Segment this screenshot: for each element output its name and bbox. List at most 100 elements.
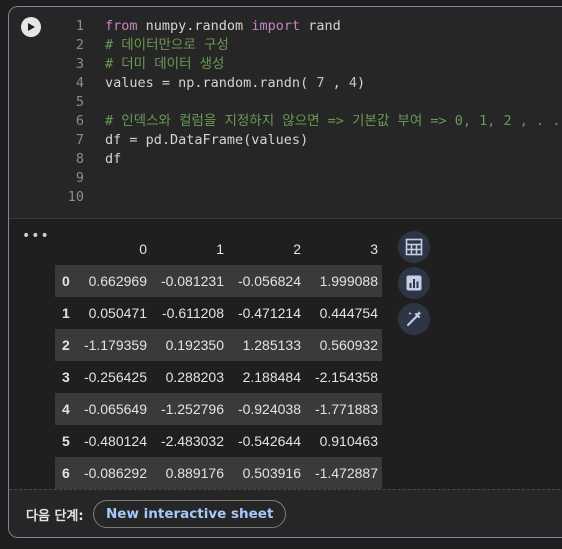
code-token: df = pd.DataFrame(values) xyxy=(105,132,309,148)
convert-to-table-button[interactable] xyxy=(398,231,430,263)
chart-icon xyxy=(406,275,422,291)
column-header-2: 2 xyxy=(293,241,301,257)
table-cell: -0.081231 xyxy=(160,273,224,289)
code-cell[interactable]: 1 from numpy.random import rand 2 # 데이터만으로 … xyxy=(8,6,562,538)
dataframe-table: 0 1 2 3 0 0.662969 -0.081231 -0.056824 1.999… xyxy=(55,233,382,489)
code-line[interactable]: 7 df = pd.DataFrame(values) xyxy=(9,131,562,150)
table-cell: 0.662969 xyxy=(88,273,147,289)
table-cell: 0.560932 xyxy=(319,337,378,353)
column-header-1: 1 xyxy=(216,241,224,257)
code-token: # 데이터만으로 구성 xyxy=(105,37,229,53)
table-cell: -1.179359 xyxy=(83,337,147,353)
code-token: from xyxy=(105,18,138,34)
line-number: 9 xyxy=(75,170,84,186)
row-index: 4 xyxy=(62,401,70,417)
table-icon xyxy=(405,238,423,256)
suggest-charts-button[interactable] xyxy=(398,267,430,299)
row-index: 5 xyxy=(62,433,70,449)
line-number: 3 xyxy=(75,56,84,72)
table-cell: -1.252796 xyxy=(160,401,224,417)
column-header-0: 0 xyxy=(139,241,147,257)
line-number: 8 xyxy=(75,151,84,167)
table-cell: -0.065649 xyxy=(83,401,147,417)
code-token: df xyxy=(105,151,122,167)
row-index: 0 xyxy=(62,273,70,289)
code-text[interactable]: # 더미 데이터 생성 xyxy=(105,55,224,74)
code-line[interactable]: 3 # 더미 데이터 생성 xyxy=(9,55,562,74)
line-number: 1 xyxy=(75,18,84,34)
code-line[interactable]: 6 # 인덱스와 컬럼을 지정하지 않으면 => 기본값 부여 => 0, 1, … xyxy=(9,112,562,131)
new-interactive-sheet-button[interactable]: New interactive sheet xyxy=(93,500,287,528)
code-line[interactable]: 4 values = np.random.randn( 7 , 4) xyxy=(9,74,562,93)
table-cell: 1.285133 xyxy=(242,337,301,353)
row-index: 2 xyxy=(62,337,70,353)
table-cell: -0.542644 xyxy=(237,433,301,449)
code-line[interactable]: 2 # 데이터만으로 구성 xyxy=(9,36,562,55)
table-cell: -0.471214 xyxy=(237,305,301,321)
next-steps-bar: 다음 단계: New interactive sheet xyxy=(9,490,562,537)
table-row: 3 -0.256425 0.288203 2.188484 -2.154358 xyxy=(55,361,382,393)
index-header xyxy=(55,233,79,265)
table-row: 4 -0.065649 -1.252796 -0.924038 -1.771883 xyxy=(55,393,382,425)
line-number: 10 xyxy=(67,189,84,205)
code-token: values = np.random.randn( xyxy=(105,75,317,91)
table-cell: 0.192350 xyxy=(165,337,224,353)
table-cell: -0.086292 xyxy=(83,465,147,481)
code-line[interactable]: 1 from numpy.random import rand xyxy=(9,17,562,36)
code-text[interactable]: from numpy.random import rand xyxy=(105,17,341,36)
code-text[interactable]: values = np.random.randn( 7 , 4) xyxy=(105,74,365,93)
table-cell: -0.256425 xyxy=(83,369,147,385)
code-lines[interactable]: 1 from numpy.random import rand 2 # 데이터만으로 … xyxy=(9,17,562,207)
next-steps-label: 다음 단계: xyxy=(26,509,84,524)
code-line[interactable]: 10 xyxy=(9,188,562,207)
code-token: 4 xyxy=(348,75,357,91)
output-menu-button[interactable]: ••• xyxy=(22,229,50,243)
table-cell: -2.154358 xyxy=(314,369,378,385)
code-line[interactable]: 8 df xyxy=(9,150,562,169)
code-token: , xyxy=(324,75,349,91)
code-token: ) xyxy=(357,75,366,91)
table-cell: -0.480124 xyxy=(83,433,147,449)
column-header-3: 3 xyxy=(370,241,378,257)
code-text[interactable]: df xyxy=(105,150,121,169)
code-text[interactable]: df = pd.DataFrame(values) xyxy=(105,131,308,150)
line-number: 2 xyxy=(75,37,84,53)
cell-output: ••• 0 1 2 3 0 0.662969 -0.081231 -0.056824 1… xyxy=(9,219,562,489)
table-cell: 0.910463 xyxy=(319,433,378,449)
table-row: 1 0.050471 -0.611208 -0.471214 0.444754 xyxy=(55,297,382,329)
table-cell: 1.999088 xyxy=(319,273,378,289)
code-line[interactable]: 5 xyxy=(9,93,562,112)
code-text[interactable]: # 인덱스와 컬럼을 지정하지 않으면 => 기본값 부여 => 0, 1, 2… xyxy=(105,112,562,131)
code-token: numpy.random xyxy=(137,18,252,34)
table-cell: 0.444754 xyxy=(319,305,378,321)
table-row: 6 -0.086292 0.889176 0.503916 -1.472887 xyxy=(55,457,382,489)
line-number: 7 xyxy=(75,132,84,148)
table-cell: 0.288203 xyxy=(165,369,224,385)
code-line[interactable]: 9 xyxy=(9,169,562,188)
table-cell: -0.056824 xyxy=(237,273,301,289)
table-cell: 2.188484 xyxy=(242,369,301,385)
row-index: 1 xyxy=(62,305,70,321)
line-number: 6 xyxy=(75,113,84,129)
table-cell: 0.889176 xyxy=(165,465,224,481)
magic-wand-icon xyxy=(407,311,422,326)
row-index: 6 xyxy=(62,465,70,481)
code-token: import xyxy=(251,18,301,34)
row-index: 3 xyxy=(62,369,70,385)
code-text[interactable]: # 데이터만으로 구성 xyxy=(105,36,229,55)
table-row: 0 0.662969 -0.081231 -0.056824 1.999088 xyxy=(55,265,382,297)
code-token: # 인덱스와 컬럼을 지정하지 않으면 => 기본값 부여 => 0, 1, 2… xyxy=(105,113,562,129)
generate-code-button[interactable] xyxy=(398,303,430,335)
table-cell: -1.771883 xyxy=(314,401,378,417)
line-number: 4 xyxy=(75,75,84,91)
code-editor[interactable]: 1 from numpy.random import rand 2 # 데이터만으로 … xyxy=(9,7,562,218)
table-cell: 0.503916 xyxy=(242,465,301,481)
table-header-row: 0 1 2 3 xyxy=(55,233,382,265)
table-cell: -1.472887 xyxy=(314,465,378,481)
code-token: rand xyxy=(300,18,341,34)
table-row: 2 -1.179359 0.192350 1.285133 0.560932 xyxy=(55,329,382,361)
table-cell: -0.924038 xyxy=(237,401,301,417)
table-cell: 0.050471 xyxy=(88,305,147,321)
code-token: # 더미 데이터 생성 xyxy=(105,56,225,72)
line-number: 5 xyxy=(75,94,84,110)
